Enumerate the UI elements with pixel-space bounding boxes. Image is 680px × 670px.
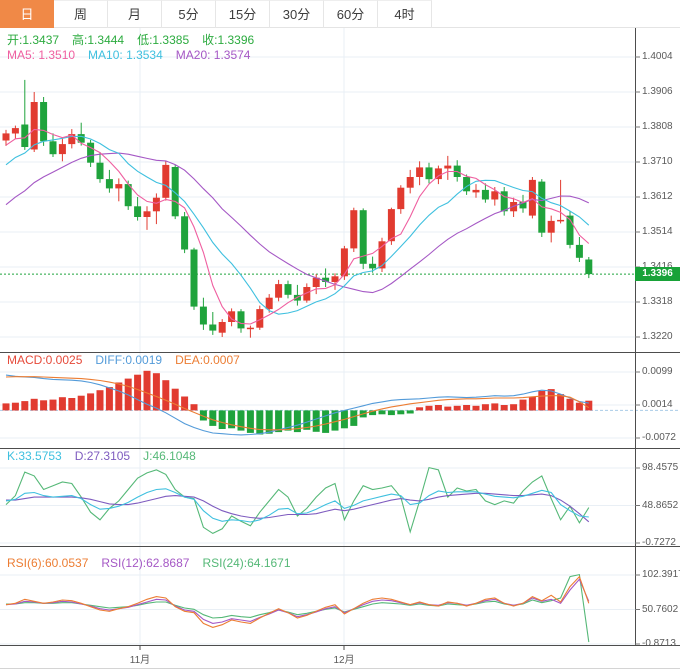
legend-item: RSI(6):60.0537 xyxy=(7,556,89,570)
rsi24-line xyxy=(6,573,590,643)
y-tick-label: 102.3917 xyxy=(642,569,680,580)
x-axis-label: 11月 xyxy=(129,655,151,666)
legend-item: 高:1.3444 xyxy=(72,33,125,47)
panel-borders xyxy=(0,28,680,669)
y-tick-label: 98.4575 xyxy=(642,462,679,473)
y-tick-label: 1.3906 xyxy=(642,86,673,97)
candlestick-series xyxy=(2,79,593,338)
y-tick-label: 1.3612 xyxy=(642,191,673,202)
ma20-line xyxy=(5,152,590,294)
rsi-legend: RSI(6):60.0537 RSI(12):62.8687 RSI(24):64.… xyxy=(7,556,304,570)
ohlc-legend: 开:1.3437 高:1.3444 低:1.3385 收:1.3396 xyxy=(7,31,267,48)
legend-item: 开:1.3437 xyxy=(7,33,60,47)
legend-item: DIFF:0.0019 xyxy=(95,353,163,367)
y-tick-label: 1.3514 xyxy=(642,226,673,237)
legend-item: D:27.3105 xyxy=(74,449,131,463)
trading-chart-app: 日周月 5分 15分 30分 60分 4时 开:1.3437 高:1.3444 低:1.338… xyxy=(0,0,680,670)
legend-item: MA10: 1.3534 xyxy=(88,48,163,62)
legend-item: DEA:0.0007 xyxy=(175,353,240,367)
y-tick-label: 48.8652 xyxy=(642,499,679,511)
y-tick-label: 1.4004 xyxy=(642,51,673,62)
legend-item: 收:1.3396 xyxy=(202,33,255,47)
kdj-legend: K:33.5753 D:27.3105 J:46.1048 xyxy=(7,449,209,463)
legend-item: RSI(24):64.1671 xyxy=(202,556,291,570)
y-tick-label: 1.3220 xyxy=(642,331,673,342)
macd-legend: MACD:0.0025 DIFF:0.0019 DEA:0.0007 xyxy=(7,353,253,367)
legend-item: MACD:0.0025 xyxy=(7,353,83,367)
legend-item: MA20: 1.3574 xyxy=(175,48,251,62)
y-tick-label: 1.3318 xyxy=(642,296,673,307)
y-tick-label: 0.0014 xyxy=(642,399,673,410)
x-axis-label: 12月 xyxy=(333,655,355,666)
legend-item: MA5: 1.3510 xyxy=(7,48,76,62)
legend-item: J:46.1048 xyxy=(143,449,196,463)
y-tick-label: 50.7602 xyxy=(642,603,679,615)
y-tick-label: -0.0072 xyxy=(642,432,676,443)
legend-item: RSI(12):62.8687 xyxy=(101,556,190,570)
y-tick-label: -0.8713 xyxy=(642,638,676,649)
y-tick-label: 1.3808 xyxy=(642,121,673,132)
gridlines xyxy=(0,28,635,645)
kdj-d-line xyxy=(6,492,590,523)
legend-item: K:33.5753 xyxy=(7,449,62,463)
y-tick-label: -0.7272 xyxy=(642,537,676,548)
legend-item: 低:1.3385 xyxy=(137,33,190,47)
rsi6-line xyxy=(5,575,590,628)
y-tick-label: 0.0099 xyxy=(642,366,673,377)
last-price-tag: 1.3396 xyxy=(635,267,680,281)
y-tick-label: 1.3710 xyxy=(642,156,673,167)
ma-legend: MA5: 1.3510 MA10: 1.3534 MA20: 1.3574 xyxy=(7,48,263,62)
